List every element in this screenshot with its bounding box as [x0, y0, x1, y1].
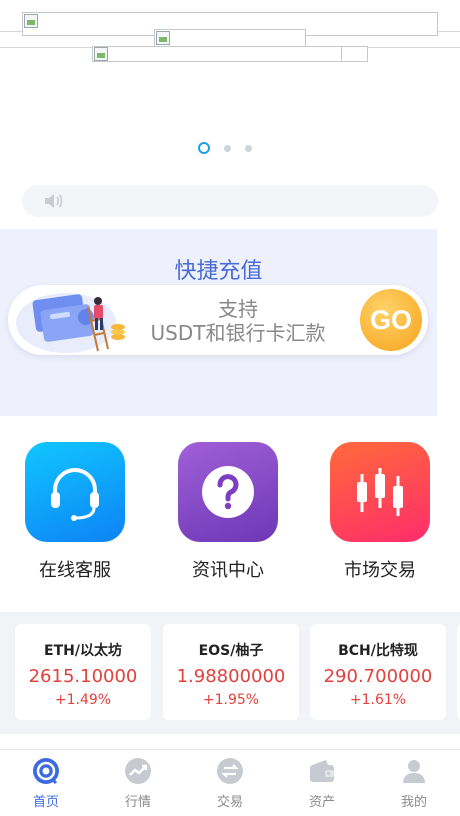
carousel-dot[interactable]	[224, 144, 231, 152]
nav-item-home[interactable]: 首页	[0, 750, 92, 816]
notice-bar[interactable]	[22, 185, 438, 217]
home-icon	[33, 758, 59, 785]
feature-label: 市场交易	[344, 560, 416, 581]
market-change: +1.49%	[54, 692, 112, 708]
broken-image-icon	[24, 14, 38, 28]
feature-label: 在线客服	[39, 560, 111, 581]
home-page: 快捷充值 支持 USDT和银行卡汇款 GO 在线客服 资讯中心 市场交易 ETH…	[0, 0, 460, 816]
feature-news-center[interactable]: 资讯中心	[158, 442, 298, 582]
nav-label: 首页	[32, 795, 59, 810]
recharge-line-1: 支持	[218, 297, 258, 321]
market-change: +1.61%	[349, 692, 407, 708]
market-price: 290.700000	[323, 666, 433, 687]
quick-recharge-section: 快捷充值 支持 USDT和银行卡汇款 GO	[0, 229, 437, 416]
go-button[interactable]: GO	[360, 289, 422, 351]
feature-grid: 在线客服 资讯中心 市场交易	[0, 442, 460, 582]
nav-label: 交易	[216, 795, 243, 810]
market-ticker-row: ETH/以太坊 2615.10000 +1.49% EOS/柚子 1.98800…	[0, 612, 460, 734]
feature-tile	[25, 442, 125, 542]
feature-online-service[interactable]: 在线客服	[5, 442, 145, 582]
market-change: +1.95%	[202, 692, 260, 708]
nav-label: 行情	[124, 795, 151, 810]
exchange-icon	[217, 758, 243, 784]
bottom-nav: 首页 行情 交易 资产 我的	[0, 749, 460, 816]
feature-label: 资讯中心	[192, 560, 264, 581]
market-symbol: BCH/比特现	[338, 643, 418, 659]
recharge-banner[interactable]: 支持 USDT和银行卡汇款 GO	[8, 285, 428, 355]
carousel-dot[interactable]	[245, 144, 252, 152]
nav-label: 我的	[400, 795, 427, 810]
nav-item-profile[interactable]: 我的	[368, 750, 460, 816]
market-symbol: ETH/以太坊	[44, 643, 122, 659]
recharge-line-2: USDT和银行卡汇款	[150, 321, 326, 345]
broken-image-icon	[156, 31, 170, 45]
feature-tile	[330, 442, 430, 542]
carousel-indicator	[198, 142, 252, 154]
banner-image-placeholder[interactable]	[118, 46, 342, 62]
market-card[interactable]: BCH/比特现 290.700000 +1.61%	[310, 624, 446, 720]
nav-item-market[interactable]: 行情	[92, 750, 184, 816]
headset-icon	[51, 468, 99, 521]
market-card[interactable]: ETH/以太坊 2615.10000 +1.49%	[15, 624, 151, 720]
feature-tile	[178, 442, 278, 542]
wallet-icon	[310, 760, 334, 782]
market-symbol: EOS/柚子	[198, 643, 264, 659]
nav-item-trade[interactable]: 交易	[184, 750, 276, 816]
trend-icon	[125, 758, 151, 784]
market-card[interactable]: EOS/柚子 1.98800000 +1.95%	[163, 624, 299, 720]
user-icon	[403, 760, 425, 783]
nav-label: 资产	[308, 795, 335, 810]
speaker-icon	[45, 194, 63, 208]
carousel-dot-active[interactable]	[198, 142, 210, 154]
market-price: 1.98800000	[176, 666, 286, 687]
candlestick-icon	[357, 468, 403, 516]
section-title: 快捷充值	[174, 259, 263, 284]
recharge-illustration	[16, 293, 125, 353]
question-icon	[202, 466, 254, 518]
market-price: 2615.10000	[28, 666, 138, 687]
recharge-description: 支持 USDT和银行卡汇款	[128, 297, 348, 345]
nav-item-assets[interactable]: 资产	[276, 750, 368, 816]
feature-market-trade[interactable]: 市场交易	[310, 442, 450, 582]
broken-image-icon	[94, 47, 108, 61]
